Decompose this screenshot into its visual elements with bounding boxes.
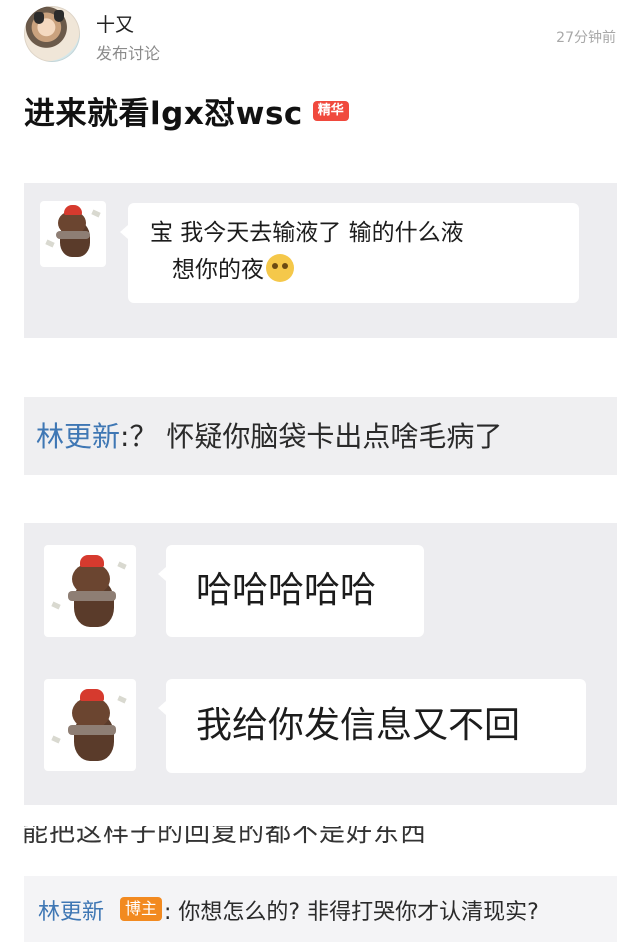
- bear-hat-shape: [80, 689, 104, 701]
- bear-sticker-icon: [44, 545, 136, 637]
- flying-paper-icon: [51, 601, 61, 610]
- bear-sticker-icon: [44, 679, 136, 771]
- flying-paper-icon: [117, 695, 127, 704]
- post-title-row: 进来就看lgx怼wsc 精华: [24, 88, 349, 133]
- chat-line-2: 想你的夜: [150, 252, 579, 289]
- post-header: 十又 发布讨论 27分钟前: [0, 0, 640, 75]
- commenter-name: 林更新: [36, 420, 121, 453]
- cutoff-text: 能把这样子的回复的都不是好东西: [22, 826, 452, 854]
- blogger-badge: 博主: [120, 897, 163, 921]
- bear-hat-shape: [80, 555, 104, 567]
- chat-bubble: 宝 我今天去输液了 输的什么液 想你的夜: [120, 203, 579, 303]
- screenshot-comment: 林更新:？ 怀疑你脑袋卡出点啥毛病了: [24, 397, 617, 475]
- essence-badge: 精华: [312, 100, 349, 121]
- blogger-comment[interactable]: 林更新 博主 : 你想怎么的? 非得打哭你才认清现实?: [24, 876, 617, 942]
- comment-text: : 你想怎么的? 非得打哭你才认清现实?: [164, 900, 539, 925]
- comment-line: 林更新:？ 怀疑你脑袋卡出点啥毛病了: [36, 415, 502, 455]
- cutoff-text-content: 能把这样子的回复的都不是好东西: [22, 826, 428, 848]
- flying-paper-icon: [117, 561, 127, 570]
- bear-hat-shape: [64, 205, 82, 215]
- flying-paper-icon: [91, 209, 101, 218]
- commenter-name[interactable]: 林更新: [38, 894, 104, 926]
- flying-paper-icon: [45, 239, 55, 248]
- post-title: 进来就看lgx怼wsc: [24, 96, 303, 132]
- crying-emoji-icon: [266, 254, 294, 282]
- bear-sticker-icon: [40, 201, 106, 267]
- author-avatar[interactable]: [24, 6, 80, 62]
- chat-bubble: 哈哈哈哈哈: [158, 545, 424, 637]
- chat-line-1: 宝 我今天去输液了 输的什么液: [150, 220, 464, 246]
- chat-bubble: 我给你发信息又不回: [158, 679, 586, 773]
- author-name[interactable]: 十又: [96, 10, 134, 37]
- avatar-ear-left: [34, 12, 44, 24]
- chat-line-2-text: 想你的夜: [172, 257, 264, 283]
- screenshot-chat-2: 哈哈哈哈哈 我给你发信息又不回: [24, 523, 617, 805]
- bear-scarf-shape: [56, 231, 90, 239]
- bear-scarf-shape: [68, 725, 116, 735]
- post-timestamp: 27分钟前: [556, 30, 616, 46]
- screenshot-chat-1: 宝 我今天去输液了 输的什么液 想你的夜: [24, 183, 617, 338]
- avatar-ear-right: [54, 10, 64, 22]
- comment-text: :？ 怀疑你脑袋卡出点啥毛病了: [120, 420, 503, 453]
- post-type-label: 发布讨论: [96, 44, 161, 63]
- bear-scarf-shape: [68, 591, 116, 601]
- flying-paper-icon: [51, 735, 61, 744]
